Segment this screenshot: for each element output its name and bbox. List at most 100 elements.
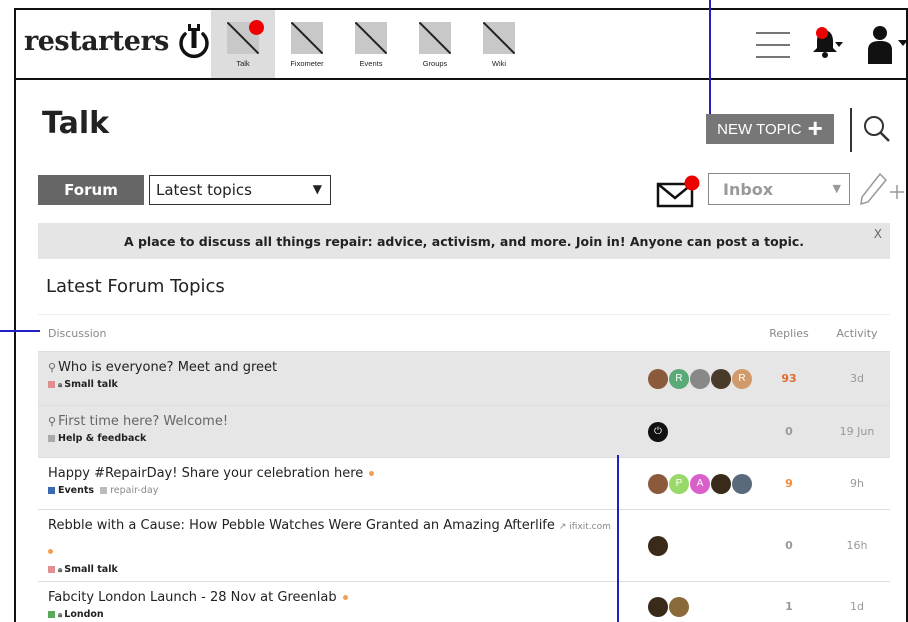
notifications-bell-icon[interactable] — [811, 26, 843, 62]
nav-label: Fixometer — [290, 59, 324, 68]
messages-envelope-icon[interactable] — [656, 175, 700, 209]
compose-message-icon[interactable] — [854, 170, 906, 210]
topic-filter-value: Latest topics — [156, 181, 252, 199]
nav-item-fixometer[interactable]: Fixometer — [275, 10, 339, 78]
category-badge[interactable]: Events — [48, 485, 94, 496]
avatar[interactable]: ⏻ — [648, 421, 668, 442]
poster-avatars: PA — [644, 458, 754, 509]
replies-count: 0 — [785, 539, 793, 552]
table-row[interactable]: ⚲ Who is everyone? Meet and greet 🔒︎ Small … — [38, 352, 890, 406]
placeholder-icon — [291, 22, 323, 54]
activity-time[interactable]: 1d — [824, 582, 890, 622]
topic-meta: 🔒︎ London — [48, 609, 634, 620]
hamburger-menu-icon[interactable] — [756, 32, 790, 58]
banner-close-button[interactable]: X — [874, 227, 882, 241]
logo-text: restarters — [24, 25, 169, 57]
category-color-swatch — [48, 487, 55, 494]
plus-icon: + — [807, 112, 823, 143]
topic-meta: 🔒︎ Small talk — [48, 564, 634, 575]
nav-label: Groups — [422, 59, 448, 68]
topic-title-link[interactable]: Fabcity London Launch - 28 Nov at Greenl… — [48, 590, 337, 605]
poster-avatars: RR — [644, 352, 754, 405]
category-badge[interactable]: Help & feedback — [48, 433, 146, 444]
topic-cell: ⚲ Who is everyone? Meet and greet 🔒︎ Small … — [38, 352, 644, 405]
avatar[interactable] — [711, 473, 731, 494]
category-color-swatch — [48, 611, 55, 618]
avatar[interactable] — [648, 596, 668, 617]
topics-table: Discussion Replies Activity ⚲ Who is ever… — [38, 314, 890, 622]
placeholder-icon — [419, 22, 451, 54]
column-discussion[interactable]: Discussion — [38, 327, 754, 340]
poster-avatars: ⏻ — [644, 406, 754, 457]
topic-title-line: Fabcity London Launch - 28 Nov at Greenl… — [48, 590, 634, 605]
new-topic-button[interactable]: NEW TOPIC + — [706, 114, 834, 144]
topic-filter-select[interactable]: Latest topics ▼ — [149, 175, 331, 205]
avatar[interactable]: A — [690, 473, 710, 494]
category-badge[interactable]: 🔒︎ London — [48, 609, 104, 620]
avatar[interactable] — [732, 473, 752, 494]
caret-down-icon: ▼ — [832, 182, 841, 195]
category-name: Small talk — [64, 379, 118, 390]
topic-meta: 🔒︎ Small talk — [48, 379, 634, 390]
inbox-select[interactable]: Inbox ▼ — [708, 173, 850, 205]
avatar[interactable] — [648, 473, 668, 494]
table-row[interactable]: ⚲ First time here? Welcome! Help & feedbac… — [38, 406, 890, 458]
page-title: Talk — [42, 106, 110, 141]
topic-title-link[interactable]: Happy #RepairDay! Share your celebration… — [48, 466, 363, 481]
poster-avatars — [644, 510, 754, 581]
unread-dot — [342, 595, 348, 600]
external-link-icon: ↗ — [558, 522, 570, 532]
topic-meta: Help & feedback — [48, 433, 634, 444]
table-row[interactable]: Rebble with a Cause: How Pebble Watches … — [38, 510, 890, 582]
annotation-line — [709, 0, 711, 114]
avatar[interactable] — [690, 368, 710, 389]
topic-cell: ⚲ First time here? Welcome! Help & feedbac… — [38, 406, 644, 457]
placeholder-icon — [483, 22, 515, 54]
column-activity[interactable]: Activity — [824, 327, 890, 340]
table-row[interactable]: Happy #RepairDay! Share your celebration… — [38, 458, 890, 510]
topic-title-link[interactable]: Rebble with a Cause: How Pebble Watches … — [48, 518, 555, 533]
category-name: London — [64, 609, 104, 620]
activity-time[interactable]: 9h — [824, 458, 890, 509]
top-navbar: restarters Talk Fixometer Events Groups Wiki — [16, 10, 906, 80]
caret-down-icon: ▼ — [312, 182, 322, 196]
power-wrench-icon — [179, 24, 209, 59]
topic-title-link[interactable]: Who is everyone? Meet and greet — [58, 360, 277, 375]
column-replies[interactable]: Replies — [754, 327, 824, 340]
avatar[interactable] — [648, 535, 668, 556]
category-badge[interactable]: 🔒︎ Small talk — [48, 564, 118, 575]
avatar[interactable] — [648, 368, 668, 389]
annotation-line — [617, 455, 619, 622]
inbox-select-value: Inbox — [723, 179, 774, 199]
avatar[interactable]: R — [732, 368, 752, 389]
nav-item-events[interactable]: Events — [339, 10, 403, 78]
topic-title-line: Rebble with a Cause: How Pebble Watches … — [48, 518, 634, 533]
nav-item-talk[interactable]: Talk — [211, 10, 275, 78]
external-link[interactable]: ↗ ifixit.com — [559, 522, 611, 532]
topic-title-line: Happy #RepairDay! Share your celebration… — [48, 466, 634, 481]
avatar[interactable] — [711, 368, 731, 389]
avatar[interactable] — [669, 596, 689, 617]
nav-item-groups[interactable]: Groups — [403, 10, 467, 78]
lock-icon: 🔒︎ — [58, 380, 63, 389]
replies-count: 0 — [785, 425, 793, 438]
activity-time[interactable]: 19 Jun — [824, 406, 890, 457]
topic-cell: Rebble with a Cause: How Pebble Watches … — [38, 510, 644, 581]
activity-time[interactable]: 16h — [824, 510, 890, 581]
table-row[interactable]: Fabcity London Launch - 28 Nov at Greenl… — [38, 582, 890, 622]
restarters-logo[interactable]: restarters — [24, 22, 211, 60]
lock-icon: 🔒︎ — [58, 610, 63, 619]
nav-item-wiki[interactable]: Wiki — [467, 10, 531, 78]
tag[interactable]: repair-day — [100, 485, 158, 496]
avatar[interactable]: P — [669, 473, 689, 494]
avatar[interactable]: R — [669, 368, 689, 389]
placeholder-icon — [355, 22, 387, 54]
search-icon[interactable] — [862, 114, 892, 144]
activity-time[interactable]: 3d — [824, 352, 890, 405]
category-badge[interactable]: 🔒︎ Small talk — [48, 379, 118, 390]
topic-title-link[interactable]: First time here? Welcome! — [58, 414, 228, 429]
category-name: Small talk — [64, 564, 118, 575]
user-menu-icon[interactable] — [864, 24, 908, 64]
replies-count: 1 — [785, 600, 793, 613]
forum-tab-button[interactable]: Forum — [38, 175, 144, 205]
